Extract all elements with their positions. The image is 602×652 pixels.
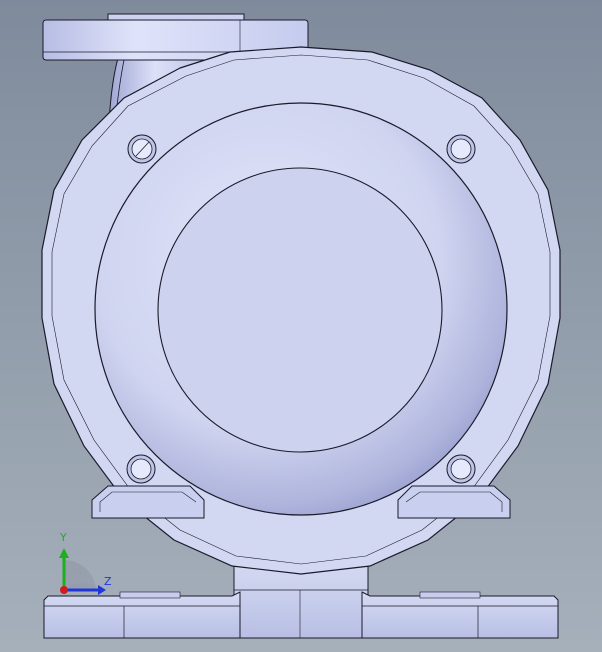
bolt-hole-bottom-left[interactable] [126, 454, 156, 484]
x-axis-dot [60, 586, 68, 594]
bolt-hole-bottom-right[interactable] [446, 454, 476, 484]
y-axis-label: Y [60, 531, 67, 544]
cad-graphics-viewport[interactable]: Y Z [0, 0, 602, 652]
support-lug-left[interactable] [91, 485, 205, 519]
bolt-hole-top-left[interactable] [127, 134, 157, 164]
pump-casing-model[interactable] [0, 0, 602, 652]
base-foot-right[interactable] [361, 591, 559, 639]
cover-plate[interactable] [157, 167, 443, 453]
z-axis-label: Z [104, 575, 112, 588]
base-foot-left[interactable] [43, 591, 241, 639]
bolt-hole-top-right[interactable] [446, 134, 476, 164]
support-lug-right[interactable] [397, 485, 511, 519]
